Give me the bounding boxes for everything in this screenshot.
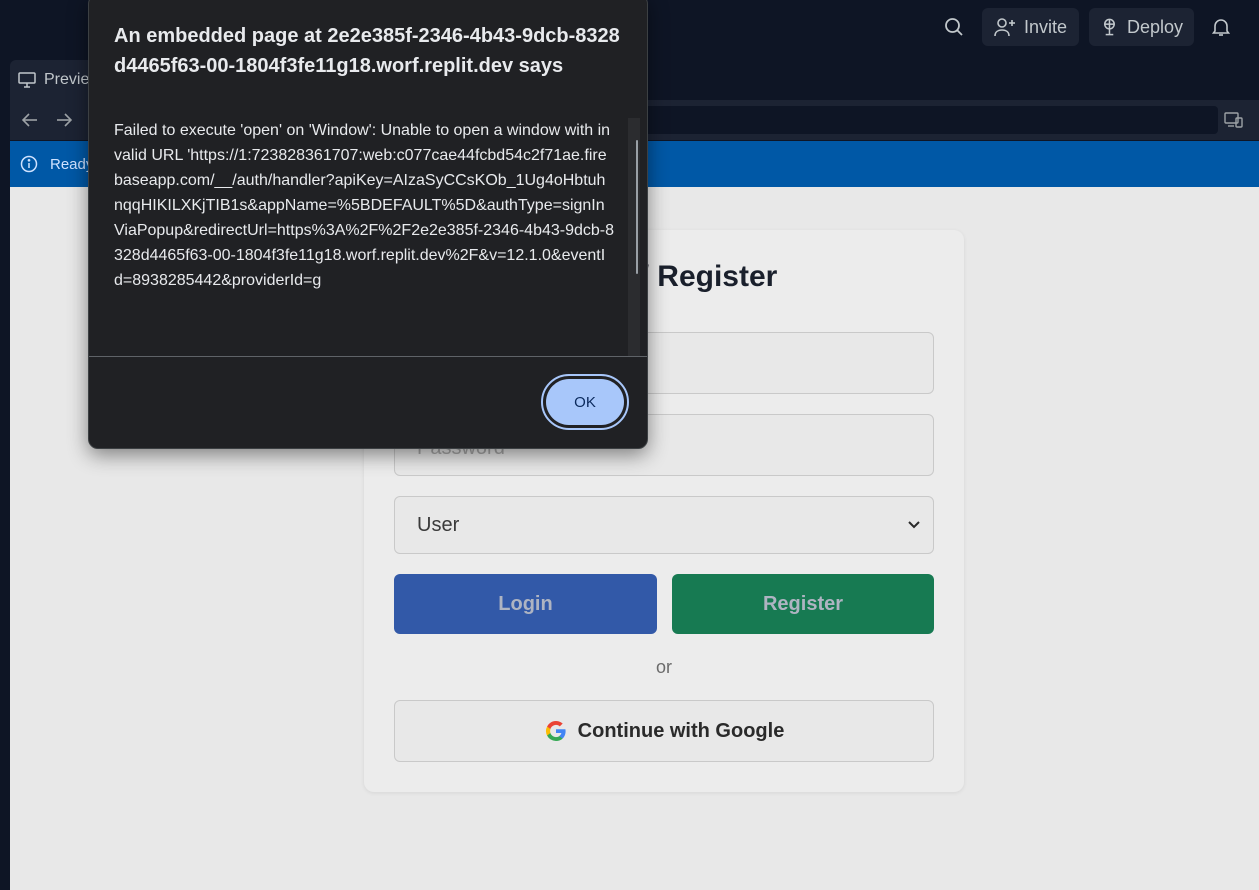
devices-button[interactable] xyxy=(1221,108,1247,132)
add-user-icon xyxy=(994,18,1015,37)
invite-label: Invite xyxy=(1023,16,1068,37)
role-select[interactable]: User xyxy=(394,496,934,554)
forward-button[interactable] xyxy=(51,108,77,132)
google-signin-button[interactable]: Continue with Google xyxy=(394,700,934,762)
bell-icon xyxy=(1211,19,1231,36)
dialog-divider xyxy=(89,356,647,357)
devices-icon xyxy=(1224,112,1243,128)
chevron-down-icon xyxy=(908,521,920,529)
dialog-scrollbar[interactable] xyxy=(628,118,640,356)
dialog-title: An embedded page at 2e2e385f-2346-4b43-9… xyxy=(114,25,620,77)
banner-text: Ready xyxy=(50,155,94,173)
deploy-button[interactable]: Deploy xyxy=(1089,8,1194,46)
register-label: Register xyxy=(762,592,844,615)
deploy-label: Deploy xyxy=(1126,16,1183,37)
monitor-icon xyxy=(18,72,36,88)
notifications-button[interactable] xyxy=(1202,8,1240,46)
search-icon xyxy=(945,18,963,36)
dialog-message: Failed to execute 'open' on 'Window': Un… xyxy=(114,122,615,289)
ok-button-face: OK xyxy=(546,379,624,425)
login-button[interactable]: Login xyxy=(394,574,657,634)
arrow-right-icon xyxy=(57,113,72,127)
search-button[interactable] xyxy=(935,8,973,46)
ok-label: OK xyxy=(574,393,596,411)
role-select-value: User xyxy=(417,513,460,536)
deploy-icon xyxy=(1103,18,1115,36)
or-divider: or xyxy=(655,657,672,677)
back-button[interactable] xyxy=(17,108,43,132)
alert-dialog: An embedded page at 2e2e385f-2346-4b43-9… xyxy=(88,0,648,449)
invite-button[interactable]: Invite xyxy=(982,8,1079,46)
google-icon xyxy=(545,720,566,741)
arrow-left-icon xyxy=(22,113,37,127)
tab-label: Previe xyxy=(44,71,90,88)
google-label: Continue with Google xyxy=(577,719,785,742)
ok-button[interactable]: OK xyxy=(541,374,629,430)
left-edge xyxy=(0,56,10,890)
register-button[interactable]: Register xyxy=(672,574,934,634)
dialog-message-area[interactable]: Failed to execute 'open' on 'Window': Un… xyxy=(114,118,639,356)
info-icon xyxy=(20,155,38,173)
login-label: Login xyxy=(498,592,553,615)
dialog-scroll-thumb[interactable] xyxy=(636,140,638,274)
